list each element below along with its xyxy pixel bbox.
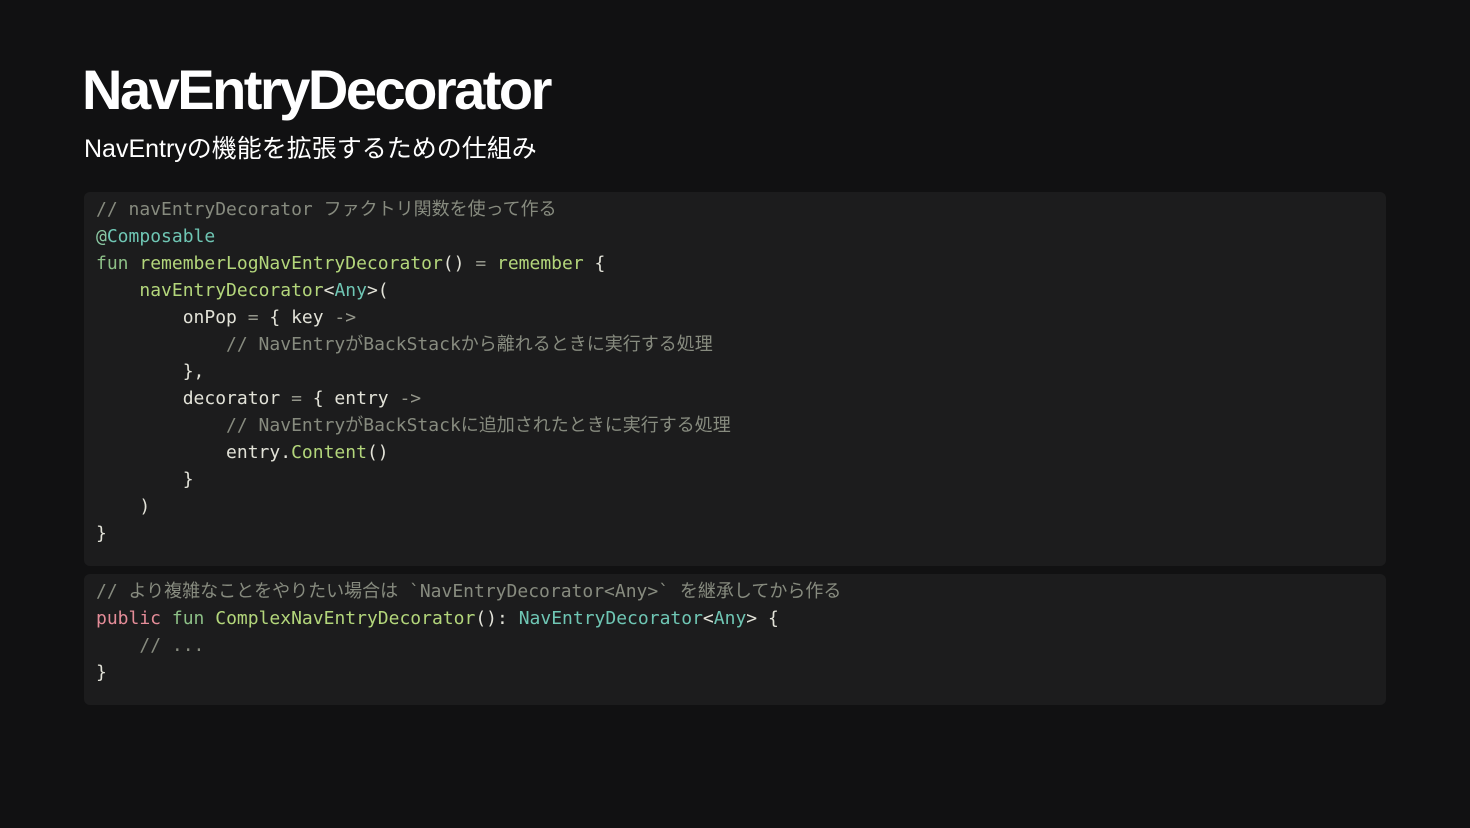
code-line: ) bbox=[96, 493, 1386, 520]
code-token-op: -> bbox=[334, 307, 357, 328]
code-line: } bbox=[96, 520, 1386, 547]
code-token-comment: // NavEntryがBackStackに追加されたときに実行する処理 bbox=[226, 415, 731, 436]
code-line: } bbox=[96, 659, 1386, 686]
code-token-type: NavEntryDecorator bbox=[518, 608, 703, 629]
code-token-keyword: fun bbox=[171, 608, 205, 629]
code-token-plain: } bbox=[96, 523, 107, 544]
code-token-op: -> bbox=[399, 388, 422, 409]
code-token-public: public bbox=[96, 608, 162, 629]
code-token-comment: // NavEntryがBackStackから離れるときに実行する処理 bbox=[226, 334, 713, 355]
code-token-annot: @ bbox=[96, 226, 107, 247]
code-token-func: remember bbox=[497, 253, 584, 274]
code-token-op: = bbox=[247, 307, 259, 328]
code-line: // NavEntryがBackStackから離れるときに実行する処理 bbox=[96, 331, 1386, 358]
code-line: fun rememberLogNavEntryDecorator() = rem… bbox=[96, 250, 1386, 277]
code-token-op: = bbox=[291, 388, 302, 409]
code-token-op: = bbox=[475, 253, 487, 274]
code-token-plain: entry. bbox=[96, 442, 292, 463]
code-block-navEntryDecorator-factory: // navEntryDecorator ファクトリ関数を使って作る @Compo… bbox=[84, 192, 1386, 566]
code-token-plain: > { bbox=[746, 608, 779, 629]
code-token-comment: // より複雑なことをやりたい場合は `NavEntryDecorator<An… bbox=[96, 581, 842, 602]
code-line: } bbox=[96, 466, 1386, 493]
code-token-func: rememberLogNavEntryDecorator bbox=[139, 253, 443, 274]
code-token-plain: decorator bbox=[96, 388, 292, 409]
code-token-plain: (): bbox=[475, 608, 519, 629]
code-token-plain: < bbox=[323, 280, 335, 301]
code-line: navEntryDecorator<Any>( bbox=[96, 277, 1386, 304]
code-token-func: navEntryDecorator bbox=[139, 280, 324, 301]
code-line: decorator = { entry -> bbox=[96, 385, 1386, 412]
code-token-comment: // navEntryDecorator ファクトリ関数を使って作る bbox=[96, 199, 557, 220]
code-line: public fun ComplexNavEntryDecorator(): N… bbox=[96, 605, 1386, 632]
code-line: // navEntryDecorator ファクトリ関数を使って作る bbox=[96, 196, 1386, 223]
code-token-type: Composable bbox=[106, 226, 216, 247]
code-token-plain: } bbox=[96, 469, 194, 490]
code-token-plain: () bbox=[366, 442, 389, 463]
code-token-plain: { key bbox=[258, 307, 335, 328]
code-token-func: Content bbox=[291, 442, 367, 463]
code-token-plain: { entry bbox=[301, 388, 400, 409]
code-token-plain: { bbox=[583, 253, 606, 274]
code-line: }, bbox=[96, 358, 1386, 385]
code-block-complex-decorator: // より複雑なことをやりたい場合は `NavEntryDecorator<An… bbox=[84, 574, 1386, 705]
code-token-type: Any bbox=[334, 280, 367, 301]
code-token-plain: }, bbox=[96, 361, 205, 382]
code-line: // NavEntryがBackStackに追加されたときに実行する処理 bbox=[96, 412, 1386, 439]
slide-subtitle: NavEntryの機能を拡張するための仕組み bbox=[84, 135, 537, 163]
code-token-plain: ) bbox=[96, 496, 151, 517]
code-token-plain: < bbox=[702, 608, 714, 629]
code-line: // より複雑なことをやりたい場合は `NavEntryDecorator<An… bbox=[96, 578, 1386, 605]
code-token-plain: onPop bbox=[96, 307, 248, 328]
code-token-type: Any bbox=[713, 608, 747, 629]
code-token-keyword: fun bbox=[96, 253, 129, 274]
code-line: @Composable bbox=[96, 223, 1386, 250]
code-line: // ... bbox=[96, 632, 1386, 659]
code-token-plain: } bbox=[96, 662, 107, 683]
slide-title: NavEntryDecorator bbox=[82, 58, 552, 121]
code-line: onPop = { key -> bbox=[96, 304, 1386, 331]
code-token-plain: () bbox=[442, 253, 476, 274]
code-token-plain: >( bbox=[366, 280, 389, 301]
code-token-comment: // ... bbox=[139, 635, 205, 656]
code-token-func: ComplexNavEntryDecorator bbox=[215, 608, 476, 629]
code-line: entry.Content() bbox=[96, 439, 1386, 466]
